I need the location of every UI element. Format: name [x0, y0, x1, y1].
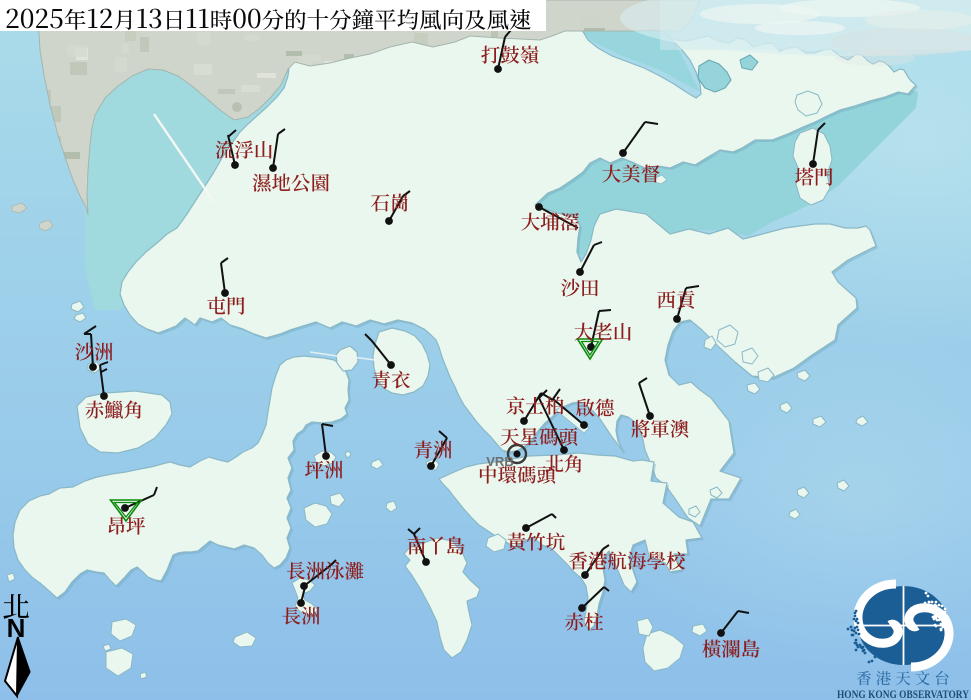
svg-text:VRB: VRB: [486, 454, 513, 469]
svg-text:HONG KONG OBSERVATORY: HONG KONG OBSERVATORY: [837, 689, 970, 700]
svg-text:N: N: [7, 613, 26, 643]
